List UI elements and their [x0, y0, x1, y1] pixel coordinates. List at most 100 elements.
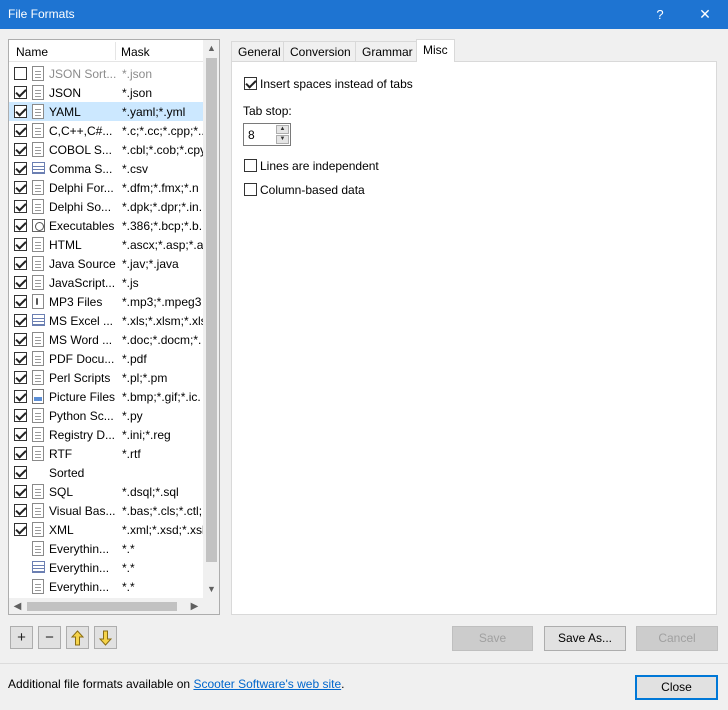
list-item-name: HTML: [49, 238, 82, 252]
column-header-name[interactable]: Name: [16, 45, 48, 59]
list-item-checkbox[interactable]: [14, 314, 27, 327]
cancel-button[interactable]: Cancel: [636, 626, 718, 651]
list-item[interactable]: C,C++,C#... *.c;*.cc;*.cpp;*...: [9, 121, 203, 140]
scroll-thumb[interactable]: [206, 58, 217, 562]
tab-grammar[interactable]: Grammar: [355, 41, 420, 61]
list-item-mask: *.*: [122, 580, 135, 594]
column-separator[interactable]: [115, 42, 116, 60]
list-item-checkbox[interactable]: [14, 409, 27, 422]
list-item[interactable]: MP3 Files *.mp3;*.mpeg3: [9, 292, 203, 311]
list-item-checkbox[interactable]: [14, 504, 27, 517]
arrow-down-icon: [98, 630, 113, 646]
scroll-right-icon[interactable]: ▶: [186, 598, 203, 614]
list-item-checkbox[interactable]: [14, 124, 27, 137]
list-item-checkbox[interactable]: [14, 352, 27, 365]
help-button[interactable]: ?: [648, 0, 672, 29]
list-item[interactable]: Java Source *.jav;*.java: [9, 254, 203, 273]
move-up-button[interactable]: [66, 626, 89, 649]
list-item-checkbox[interactable]: [14, 105, 27, 118]
list-item[interactable]: Visual Bas... *.bas;*.cls;*.ctl;.: [9, 501, 203, 520]
close-button[interactable]: Close: [635, 675, 718, 700]
list-item-checkbox[interactable]: [14, 428, 27, 441]
list-item[interactable]: Delphi So... *.dpk;*.dpr;*.in.: [9, 197, 203, 216]
list-item-checkbox[interactable]: [14, 67, 27, 80]
list-item[interactable]: YAML *.yaml;*.yml: [9, 102, 203, 121]
save-as-button[interactable]: Save As...: [544, 626, 626, 651]
list-item[interactable]: Registry D... *.ini;*.reg: [9, 425, 203, 444]
list-item-checkbox[interactable]: [14, 86, 27, 99]
list-item[interactable]: HTML *.ascx;*.asp;*.a..: [9, 235, 203, 254]
list-item-mask: *.xls;*.xlsm;*.xls: [122, 314, 203, 328]
hscroll-thumb[interactable]: [27, 602, 177, 611]
scroll-down-icon[interactable]: ▼: [203, 581, 219, 598]
list-item-checkbox[interactable]: [14, 447, 27, 460]
list-item[interactable]: Everythin... *.*: [9, 539, 203, 558]
tab-misc[interactable]: Misc: [416, 39, 455, 62]
list-item[interactable]: SQL *.dsql;*.sql: [9, 482, 203, 501]
list-item[interactable]: Python Sc... *.py: [9, 406, 203, 425]
list-item-checkbox[interactable]: [14, 523, 27, 536]
file-formats-list[interactable]: Name Mask JSON Sort... *.json JSON *.json YA…: [8, 39, 220, 615]
move-down-button[interactable]: [94, 626, 117, 649]
column-based-checkbox[interactable]: [244, 183, 257, 196]
list-item[interactable]: Perl Scripts *.pl;*.pm: [9, 368, 203, 387]
list-item[interactable]: JavaScript... *.js: [9, 273, 203, 292]
close-window-button[interactable]: ✕: [690, 0, 720, 29]
list-item[interactable]: Executables *.386;*.bcp;*.b..: [9, 216, 203, 235]
remove-format-button[interactable]: −: [38, 626, 61, 649]
stepper-arrows[interactable]: ▲ ▼: [276, 125, 289, 144]
scroll-left-icon[interactable]: ◀: [9, 598, 26, 614]
horizontal-scrollbar[interactable]: ◀ ▶: [9, 598, 203, 614]
column-header-mask[interactable]: Mask: [121, 45, 150, 59]
list-item-checkbox[interactable]: [14, 200, 27, 213]
list-item-checkbox[interactable]: [14, 162, 27, 175]
web-site-link[interactable]: Scooter Software's web site: [193, 677, 341, 691]
list-item-name: Comma S...: [49, 162, 113, 176]
list-item[interactable]: XML *.xml;*.xsd;*.xsl: [9, 520, 203, 539]
document-icon: [32, 427, 44, 442]
list-item[interactable]: Delphi For... *.dfm;*.fmx;*.n: [9, 178, 203, 197]
list-item[interactable]: JSON *.json: [9, 83, 203, 102]
list-item-checkbox[interactable]: [14, 485, 27, 498]
list-item[interactable]: MS Word ... *.doc;*.docm;*.: [9, 330, 203, 349]
list-item[interactable]: PDF Docu... *.pdf: [9, 349, 203, 368]
tab-stop-stepper[interactable]: 8 ▲ ▼: [243, 123, 291, 146]
list-item-checkbox[interactable]: [14, 143, 27, 156]
list-item-checkbox[interactable]: [14, 466, 27, 479]
tab-conversion[interactable]: Conversion: [283, 41, 358, 61]
list-item[interactable]: Everythin... *.*: [9, 577, 203, 596]
list-item[interactable]: JSON Sort... *.json: [9, 64, 203, 83]
insert-spaces-label[interactable]: Insert spaces instead of tabs: [260, 77, 413, 91]
list-item[interactable]: Comma S... *.csv: [9, 159, 203, 178]
document-icon: [32, 237, 44, 252]
list-item-checkbox[interactable]: [14, 181, 27, 194]
list-item-checkbox[interactable]: [14, 390, 27, 403]
list-item-mask: *.xml;*.xsd;*.xsl: [122, 523, 203, 537]
list-item-checkbox[interactable]: [14, 238, 27, 251]
list-header: Name Mask: [9, 40, 203, 62]
tab-general[interactable]: General: [231, 41, 288, 61]
lines-independent-checkbox[interactable]: [244, 159, 257, 172]
list-item[interactable]: RTF *.rtf: [9, 444, 203, 463]
stepper-up-icon[interactable]: ▲: [276, 125, 289, 134]
save-button[interactable]: Save: [452, 626, 533, 651]
add-format-button[interactable]: +: [10, 626, 33, 649]
tab-stop-value[interactable]: 8: [248, 128, 255, 142]
list-item[interactable]: Picture Files *.bmp;*.gif;*.ic.: [9, 387, 203, 406]
list-item-checkbox[interactable]: [14, 276, 27, 289]
list-item-checkbox[interactable]: [14, 371, 27, 384]
insert-spaces-checkbox[interactable]: [244, 77, 257, 90]
list-item[interactable]: Everythin... *.*: [9, 558, 203, 577]
list-item[interactable]: COBOL S... *.cbl;*.cob;*.cpy: [9, 140, 203, 159]
list-item-checkbox[interactable]: [14, 295, 27, 308]
list-item[interactable]: Sorted: [9, 463, 203, 482]
stepper-down-icon[interactable]: ▼: [276, 135, 289, 144]
lines-independent-label[interactable]: Lines are independent: [260, 159, 379, 173]
scroll-up-icon[interactable]: ▲: [203, 40, 219, 57]
list-item[interactable]: MS Excel ... *.xls;*.xlsm;*.xls: [9, 311, 203, 330]
list-item-checkbox[interactable]: [14, 257, 27, 270]
column-based-label[interactable]: Column-based data: [260, 183, 365, 197]
list-item-checkbox[interactable]: [14, 333, 27, 346]
vertical-scrollbar[interactable]: ▲ ▼: [203, 40, 219, 598]
list-item-checkbox[interactable]: [14, 219, 27, 232]
